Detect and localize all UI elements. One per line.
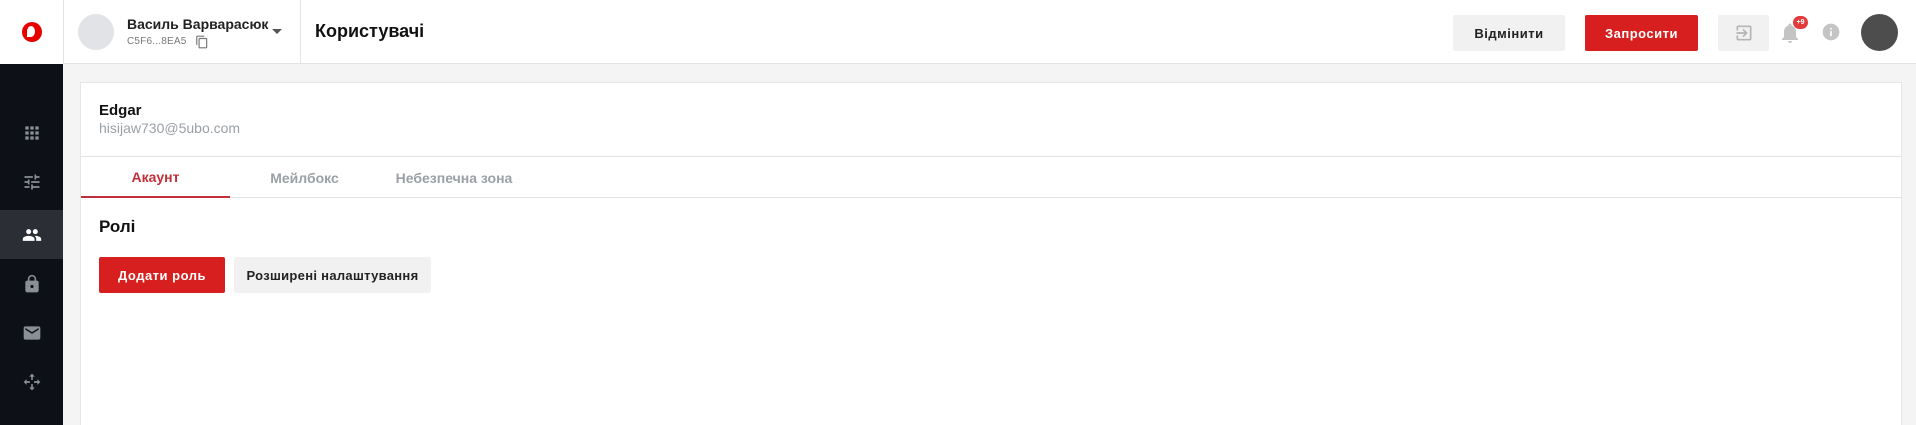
chevron-down-icon[interactable]	[272, 29, 282, 34]
advanced-settings-button[interactable]: Розширені налаштування	[234, 257, 431, 293]
logo[interactable]	[0, 0, 63, 64]
sliders-icon	[24, 174, 39, 189]
tab-bar: Акаунт Мейлбокс Небезпечна зона	[81, 156, 1901, 198]
account-info: Василь Варварасюк C5F6...8EA5	[127, 16, 268, 49]
roles-title: Ролі	[99, 217, 136, 236]
exit-button[interactable]	[1718, 15, 1769, 51]
lock-icon	[24, 274, 39, 292]
user-name: Edgar	[99, 102, 142, 119]
sidebar-item-migration[interactable]	[0, 357, 63, 406]
tab-mailbox[interactable]: Мейлбокс	[230, 157, 379, 198]
vodafone-logo-icon	[21, 22, 42, 42]
sidebar-item-apps[interactable]	[0, 108, 63, 157]
account-switcher[interactable]: Василь Варварасюк C5F6...8EA5	[63, 0, 301, 64]
user-avatar[interactable]	[1861, 14, 1898, 51]
sidebar	[0, 64, 63, 425]
tab-account[interactable]: Акаунт	[81, 157, 230, 198]
notification-badge: +9	[1793, 16, 1808, 29]
mail-icon	[23, 325, 40, 340]
apps-grid-icon	[24, 125, 39, 140]
info-icon[interactable]	[1821, 22, 1841, 42]
user-details-card: Edgar hisijaw730@5ubo.com Акаунт Мейлбок…	[80, 82, 1902, 425]
sidebar-item-security[interactable]	[0, 259, 63, 308]
user-email: hisijaw730@5ubo.com	[99, 120, 241, 136]
cancel-button[interactable]: Відмінити	[1453, 15, 1565, 51]
sidebar-item-mail[interactable]	[0, 308, 63, 357]
copy-icon[interactable]	[195, 35, 209, 49]
move-arrows-icon	[23, 373, 40, 390]
sidebar-item-settings[interactable]	[0, 157, 63, 206]
add-role-button[interactable]: Додати роль	[99, 257, 225, 293]
sidebar-item-users[interactable]	[0, 210, 63, 259]
users-icon	[22, 228, 41, 241]
page-title: Користувачі	[315, 21, 425, 41]
tab-danger-zone[interactable]: Небезпечна зона	[379, 157, 529, 198]
top-bar: Василь Варварасюк C5F6...8EA5 Користувач…	[0, 0, 1916, 64]
invite-button[interactable]: Запросити	[1585, 15, 1698, 51]
account-id: C5F6...8EA5	[127, 36, 187, 47]
account-name: Василь Варварасюк	[127, 15, 269, 32]
exit-icon	[1736, 25, 1751, 41]
account-avatar	[78, 14, 114, 50]
